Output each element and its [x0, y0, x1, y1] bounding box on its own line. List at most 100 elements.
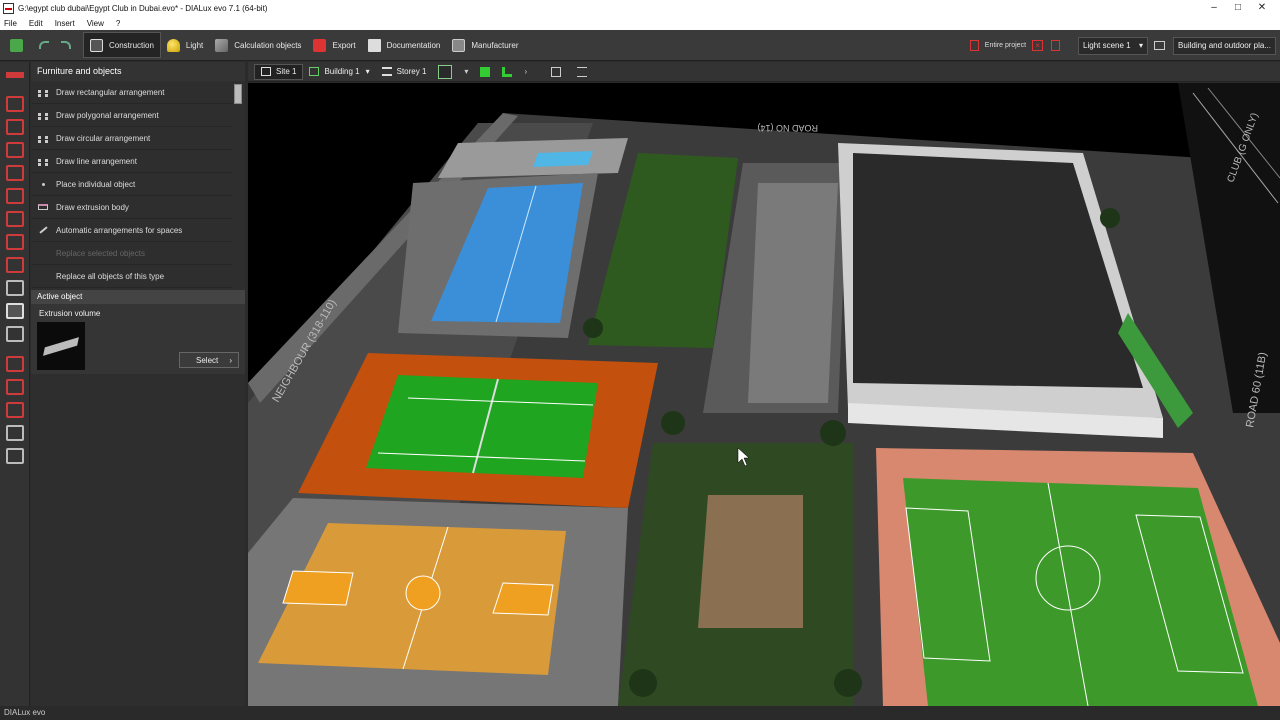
- cube-tool-icon[interactable]: [6, 280, 24, 296]
- select-button-label: Select: [196, 355, 219, 365]
- material-tool-icon[interactable]: [6, 326, 24, 342]
- cutout-tool-icon[interactable]: [6, 257, 24, 273]
- tab-manufacturer-label: Manufacturer: [471, 40, 519, 50]
- stop-calculation-icon[interactable]: ×: [1032, 40, 1044, 51]
- save-button[interactable]: [0, 32, 33, 58]
- tab-light[interactable]: Light: [161, 32, 209, 58]
- building-label: Building 1: [324, 67, 360, 76]
- calculation-objects-icon: [215, 38, 229, 52]
- site-tool-icon[interactable]: [6, 72, 24, 78]
- chevron-down-icon[interactable]: ▾: [464, 67, 468, 76]
- menu-help[interactable]: ?: [116, 19, 120, 28]
- measure-icon[interactable]: [577, 66, 588, 77]
- site-label: Site 1: [276, 67, 297, 76]
- polygon-dots-icon: [38, 113, 48, 117]
- menu-edit[interactable]: Edit: [29, 19, 43, 28]
- align-tool-icon[interactable]: [6, 448, 24, 464]
- draw-rectangular-arrangement[interactable]: Draw rectangular arrangement: [31, 81, 233, 104]
- walkway-light: [748, 183, 838, 403]
- tab-export[interactable]: Export: [307, 32, 361, 58]
- green-view-icon[interactable]: [480, 66, 491, 77]
- green-l-icon[interactable]: [502, 66, 513, 77]
- light-scene-select[interactable]: Light scene 1 ▾: [1078, 36, 1149, 55]
- close-button[interactable]: ✕: [1250, 0, 1274, 16]
- tab-manufacturer[interactable]: Manufacturer: [446, 32, 524, 58]
- undo-icon[interactable]: [39, 41, 49, 49]
- road-top-label: ROAD NO (14): [757, 123, 818, 133]
- view-select[interactable]: Building and outdoor pla...: [1173, 36, 1276, 55]
- tab-construction[interactable]: Construction: [83, 32, 161, 58]
- automatic-arrangements[interactable]: Automatic arrangements for spaces: [31, 219, 233, 242]
- breadcrumb-site[interactable]: Site 1: [254, 63, 304, 80]
- construction-icon: [90, 38, 103, 52]
- tool-label: Automatic arrangements for spaces: [56, 225, 183, 235]
- minimize-button[interactable]: –: [1202, 0, 1226, 16]
- extrusion-volume-thumbnail: [37, 322, 85, 370]
- fit-view-icon[interactable]: [551, 66, 562, 77]
- chevron-right-icon[interactable]: ›: [524, 67, 527, 76]
- furniture-objects-panel: Furniture and objects Draw rectangular a…: [31, 62, 245, 706]
- tab-documentation-label: Documentation: [386, 40, 441, 50]
- place-individual-object[interactable]: Place individual object: [31, 173, 233, 196]
- 3d-viewport[interactable]: ROAD NO (14) NEIGHBOUR (318-110) ROAD 60…: [248, 83, 1280, 706]
- menu-bar: File Edit Insert View ?: [0, 16, 1280, 30]
- tool-label: Draw line arrangement: [56, 156, 137, 166]
- tab-light-label: Light: [185, 40, 204, 50]
- tool-label: Draw extrusion body: [56, 202, 129, 212]
- replace-selected-objects: Replace selected objects: [31, 242, 233, 265]
- tool-label: Replace selected objects: [56, 248, 145, 258]
- breadcrumb-storey[interactable]: Storey 1: [376, 64, 433, 80]
- breadcrumb-building[interactable]: Building 1 ▾: [303, 64, 375, 80]
- display-icon[interactable]: [1154, 41, 1166, 50]
- draw-extrusion-body[interactable]: Draw extrusion body: [31, 196, 233, 219]
- measure-tool-icon[interactable]: [6, 379, 24, 395]
- site-icon: [261, 67, 271, 76]
- replace-all-objects[interactable]: Replace all objects of this type: [31, 265, 233, 288]
- light-scene-value: Light scene 1: [1083, 41, 1131, 50]
- draw-polygonal-arrangement[interactable]: Draw polygonal arrangement: [31, 104, 233, 127]
- chevron-down-icon: ▾: [1139, 41, 1144, 50]
- section-tool-icon[interactable]: [6, 356, 24, 372]
- entire-project-label: Entire project: [984, 42, 1027, 49]
- panel-scrollbar[interactable]: [234, 84, 242, 104]
- tab-construction-label: Construction: [109, 40, 154, 50]
- redo-icon[interactable]: [61, 41, 71, 49]
- window-tool-icon[interactable]: [6, 188, 24, 204]
- menu-view[interactable]: View: [87, 19, 104, 28]
- playground-sand: [698, 495, 803, 628]
- active-object-header: Active object: [31, 290, 245, 304]
- entire-project-button[interactable]: Entire project ×: [966, 35, 1064, 57]
- roof-tool-icon[interactable]: [6, 234, 24, 250]
- window-title: G:\egypt club dubai\Egypt Club in Dubai.…: [18, 3, 268, 13]
- menu-insert[interactable]: Insert: [55, 19, 75, 28]
- toolbar-right: Entire project × Light scene 1 ▾ Buildin…: [966, 30, 1280, 61]
- ruler-tool-icon[interactable]: [6, 402, 24, 418]
- tab-export-label: Export: [332, 40, 356, 50]
- ceiling-tool-icon[interactable]: [6, 211, 24, 227]
- save-icon: [10, 38, 23, 52]
- tab-calculation-objects[interactable]: Calculation objects: [209, 32, 307, 58]
- pool: [533, 151, 593, 167]
- window-controls: – □ ✕: [1202, 0, 1274, 16]
- floorplan-icon[interactable]: [438, 64, 453, 79]
- tool-label: Replace all objects of this type: [56, 271, 165, 281]
- menu-file[interactable]: File: [4, 19, 17, 28]
- draw-circular-arrangement[interactable]: Draw circular arrangement: [31, 127, 233, 150]
- door-tool-icon[interactable]: [6, 165, 24, 181]
- furniture-tool-icon[interactable]: [6, 303, 24, 319]
- select-button[interactable]: Select ›: [179, 352, 239, 368]
- maximize-button[interactable]: □: [1226, 0, 1250, 16]
- room-tool-icon[interactable]: [6, 142, 24, 158]
- tab-documentation[interactable]: Documentation: [362, 32, 447, 58]
- dialux-app-icon: [3, 2, 14, 14]
- tab-calc-label: Calculation objects: [234, 40, 302, 50]
- building-tool-icon[interactable]: [6, 96, 24, 112]
- storey-tool-icon[interactable]: [6, 119, 24, 135]
- building-icon: [309, 67, 320, 76]
- calc-status-icon[interactable]: [1051, 40, 1061, 51]
- frame-tool-icon[interactable]: [6, 425, 24, 441]
- draw-line-arrangement[interactable]: Draw line arrangement: [31, 150, 233, 173]
- line-dots-icon: [38, 159, 48, 163]
- active-object-section: Extrusion volume Select ›: [31, 304, 245, 374]
- circle-dots-icon: [38, 136, 48, 140]
